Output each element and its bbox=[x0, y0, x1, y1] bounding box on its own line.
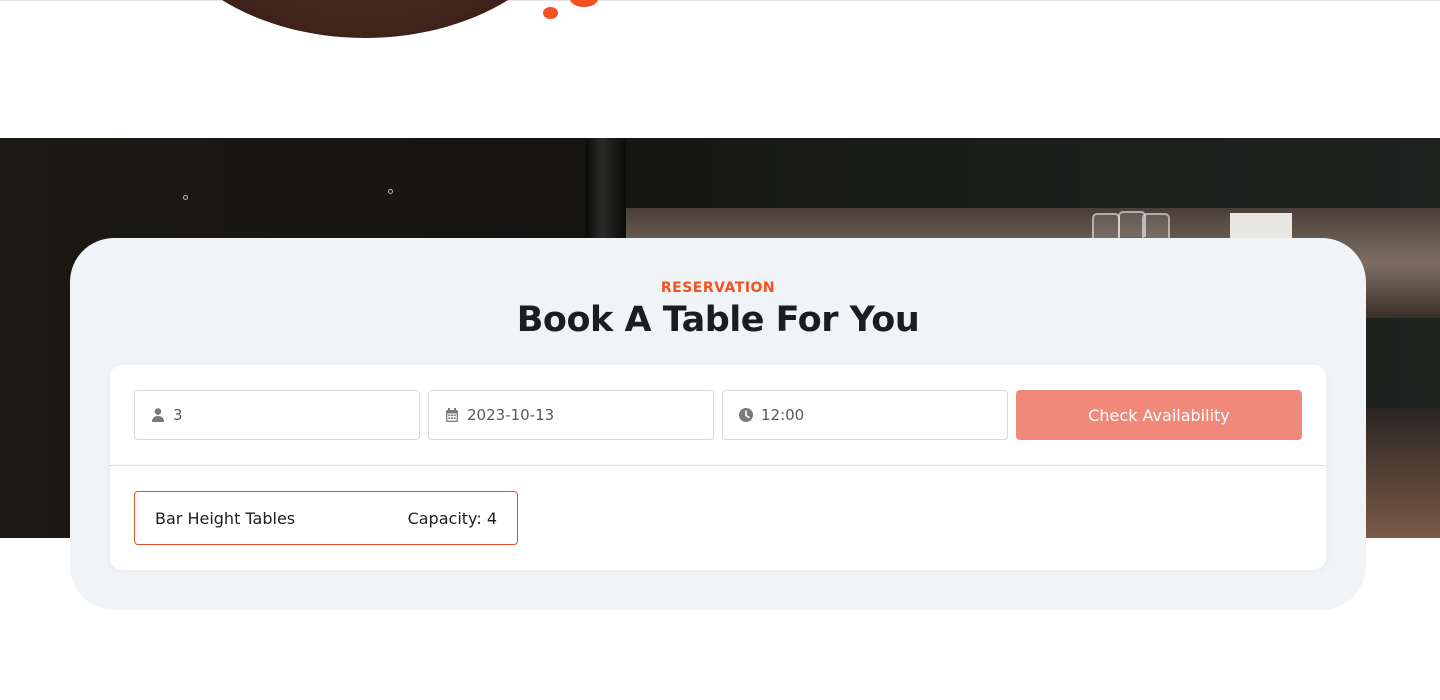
decorative-dot bbox=[543, 7, 558, 19]
check-availability-button[interactable]: Check Availability bbox=[1016, 390, 1302, 440]
clock-icon bbox=[738, 407, 754, 423]
hero-food-image bbox=[150, 0, 580, 38]
background-floor bbox=[1366, 408, 1440, 538]
calendar-icon bbox=[444, 407, 460, 423]
table-option-capacity: Capacity: 4 bbox=[407, 508, 497, 528]
reservation-eyebrow: RESERVATION bbox=[660, 280, 776, 296]
time-field[interactable] bbox=[722, 390, 1008, 440]
booking-form-panel: Check Availability Bar Height Tables Cap… bbox=[110, 365, 1326, 570]
reservation-title: Book A Table For You bbox=[516, 300, 920, 340]
decorative-dot bbox=[570, 0, 598, 7]
page: RESERVATION Book A Table For You 3 2023-… bbox=[0, 0, 1440, 700]
background-stud bbox=[388, 189, 393, 194]
table-option-name: Bar Height Tables bbox=[155, 508, 296, 528]
background-glass bbox=[1092, 213, 1120, 239]
time-input[interactable] bbox=[761, 406, 991, 424]
top-divider bbox=[0, 0, 1440, 1]
date-input[interactable] bbox=[467, 406, 697, 424]
date-field[interactable] bbox=[428, 390, 714, 440]
background-stud bbox=[183, 195, 188, 200]
panel-divider bbox=[110, 465, 1326, 466]
user-icon bbox=[150, 407, 166, 423]
guests-field[interactable] bbox=[134, 390, 420, 440]
table-option-card[interactable]: Bar Height Tables Capacity: 4 bbox=[134, 491, 518, 545]
guests-input[interactable] bbox=[173, 406, 403, 424]
reservation-card: RESERVATION Book A Table For You 3 2023-… bbox=[70, 238, 1366, 610]
background-glass bbox=[1142, 213, 1170, 239]
